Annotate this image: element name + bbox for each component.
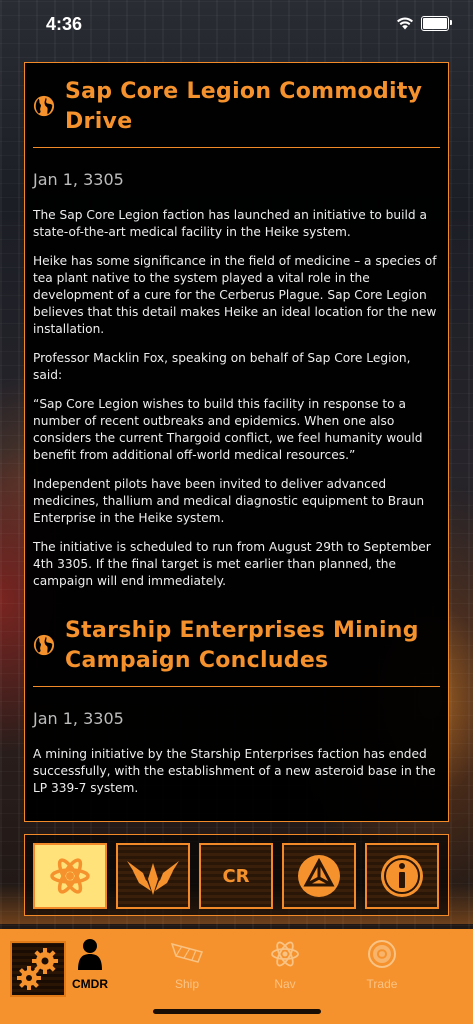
app-logo [10,941,66,997]
tab-bar: CMDR Ship Nav Trade [0,929,473,1024]
title-divider [33,686,440,687]
article-title: Starship Enterprises Mining Campaign Con… [65,618,419,673]
status-bar: 4:36 [0,0,473,54]
article-paragraph: The Sap Core Legion faction has launched… [33,208,427,239]
tab-cmdr[interactable]: CMDR [60,937,120,991]
wifi-icon [397,17,413,30]
article-paragraph: The initiative is scheduled to run from … [33,540,431,588]
globe-icon [33,634,55,656]
globe-icon [33,95,55,117]
article-paragraph: Independent pilots have been invited to … [33,477,425,525]
article-header: Starship Enterprises Mining Campaign Con… [33,616,440,676]
galnet-news-panel[interactable]: Sap Core Legion Commodity Drive Jan 1, 3… [24,62,449,822]
rank-tile-button[interactable] [116,843,190,909]
credits-icon: CR [222,865,250,887]
credits-tile-button[interactable]: CR [199,843,273,909]
gears-icon [17,948,58,990]
elite-rank-icon [127,861,179,895]
article-date: Jan 1, 3305 [33,709,124,728]
battery-icon [421,16,452,31]
status-time: 4:36 [46,14,83,34]
powerplay-tile-button[interactable] [282,843,356,909]
atom-icon [271,941,299,967]
article-paragraph: Professor Macklin Fox, speaking on behal… [33,351,411,382]
tab-label: Ship [174,977,200,991]
article-paragraph: Heike has some significance in the field… [33,254,437,336]
info-icon [381,855,423,897]
article-paragraph: A mining initiative by the Starship Ente… [33,747,436,795]
article-header: Sap Core Legion Commodity Drive [33,77,440,137]
trade-icon [368,940,396,968]
section-tile-bar: CR [24,834,449,916]
article-date: Jan 1, 3305 [33,170,124,189]
news-scroll-area[interactable]: Sap Core Legion Commodity Drive Jan 1, 3… [25,63,448,797]
galnet-tile-button[interactable] [33,843,107,909]
article-title: Sap Core Legion Commodity Drive [65,79,423,134]
ship-icon [170,942,204,963]
commander-icon [78,939,102,970]
title-divider [33,147,440,148]
home-indicator[interactable] [153,1009,321,1014]
article-paragraph: “Sap Core Legion wishes to build this fa… [33,397,423,462]
tab-label: Nav [274,977,296,991]
info-tile-button[interactable] [365,843,439,909]
powerplay-icon [298,855,340,897]
galnet-icon [50,858,90,894]
tab-nav[interactable]: Nav [255,937,315,991]
tab-label: Trade [366,977,398,991]
news-article: Starship Enterprises Mining Campaign Con… [33,616,440,797]
tab-trade[interactable]: Trade [352,937,412,991]
tab-ship[interactable]: Ship [157,937,217,991]
tab-label: CMDR [72,977,108,991]
status-icons [396,16,452,31]
news-article: Sap Core Legion Commodity Drive Jan 1, 3… [33,77,440,590]
